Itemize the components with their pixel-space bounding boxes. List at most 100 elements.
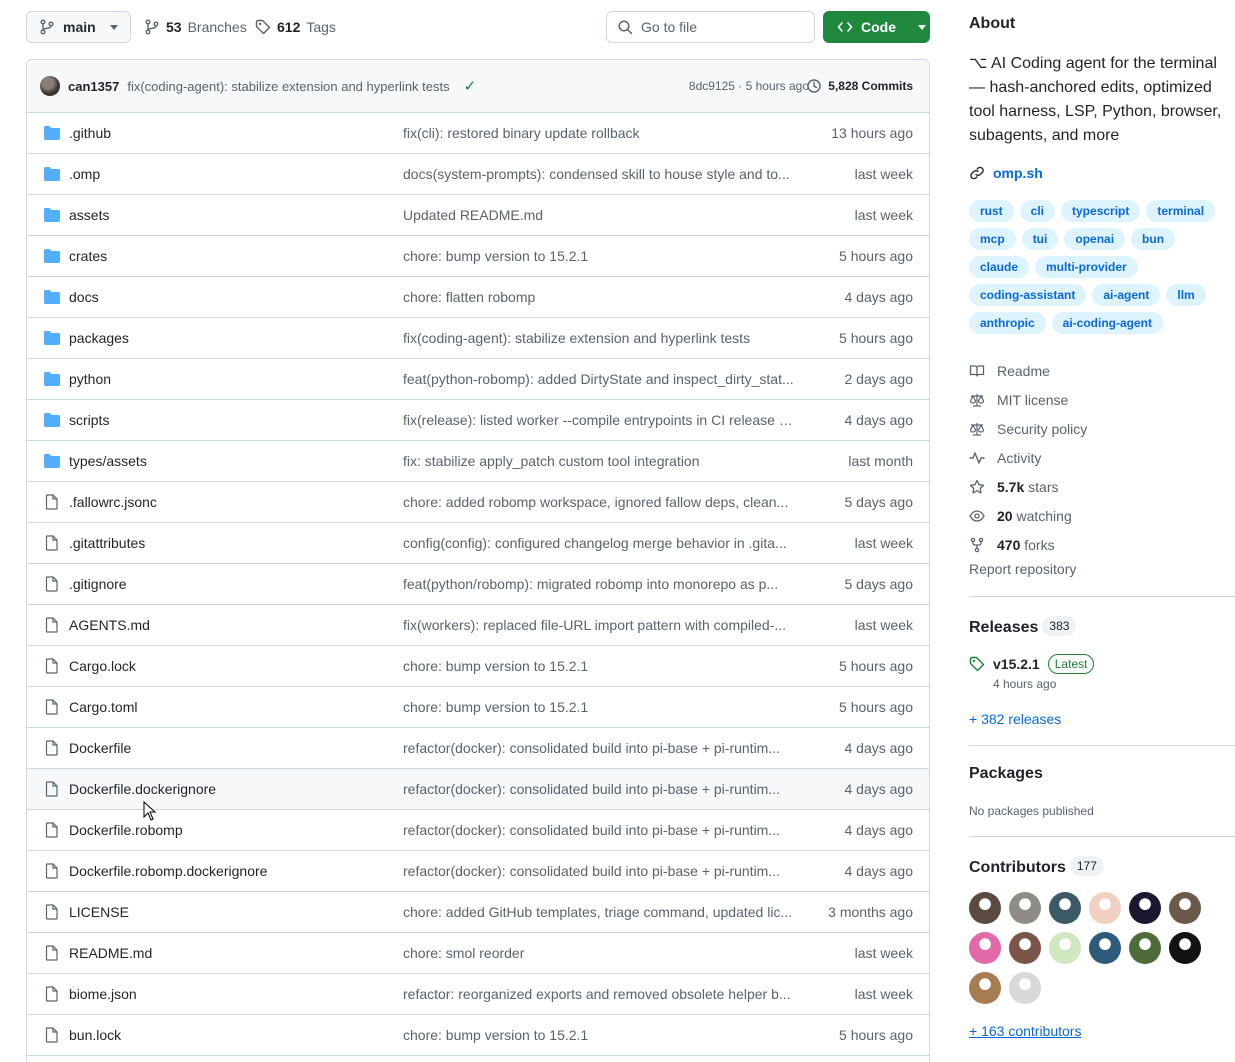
- table-row[interactable]: .github fix(cli): restored binary update …: [27, 113, 929, 154]
- file-name-link[interactable]: docs: [69, 289, 99, 305]
- latest-release[interactable]: v15.2.1 Latest: [969, 654, 1095, 674]
- file-name-link[interactable]: Cargo.lock: [69, 658, 136, 674]
- tags-link[interactable]: 612 Tags: [255, 11, 336, 43]
- avatar[interactable]: [1009, 932, 1041, 964]
- topic-tag[interactable]: llm: [1166, 284, 1206, 306]
- topic-tag[interactable]: coding-assistant: [969, 284, 1087, 306]
- table-row[interactable]: scripts fix(release): listed worker --com…: [27, 400, 929, 441]
- topic-tag[interactable]: terminal: [1146, 200, 1216, 222]
- file-commit-message[interactable]: fix: stabilize apply_patch custom tool i…: [403, 453, 795, 469]
- file-name-link[interactable]: packages: [69, 330, 129, 346]
- file-name-link[interactable]: types/assets: [69, 453, 147, 469]
- table-row[interactable]: .fallowrc.jsonc chore: added robomp works…: [27, 482, 929, 523]
- topic-tag[interactable]: multi-provider: [1035, 256, 1138, 278]
- file-commit-message[interactable]: config(config): configured changelog mer…: [403, 535, 795, 551]
- packages-heading[interactable]: Packages: [969, 765, 1043, 783]
- table-row[interactable]: biome.json refactor: reorganized exports …: [27, 974, 929, 1015]
- table-row[interactable]: packages fix(coding-agent): stabilize ext…: [27, 318, 929, 359]
- table-row[interactable]: types/assets fix: stabilize apply_patch c…: [27, 441, 929, 482]
- file-commit-message[interactable]: chore: bump version to 15.2.1: [403, 1027, 795, 1043]
- file-commit-message[interactable]: fix(workers): replaced file-URL import p…: [403, 617, 795, 633]
- activity-link[interactable]: Activity: [969, 443, 1087, 472]
- topic-tag[interactable]: bun: [1131, 228, 1176, 250]
- table-row[interactable]: AGENTS.md fix(workers): replaced file-URL…: [27, 605, 929, 646]
- file-name-link[interactable]: .gitignore: [69, 576, 127, 592]
- commit-message[interactable]: fix(coding-agent): stabilize extension a…: [127, 79, 449, 94]
- file-commit-message[interactable]: fix(release): listed worker --compile en…: [403, 412, 795, 428]
- topic-tag[interactable]: mcp: [969, 228, 1016, 250]
- avatar[interactable]: [40, 76, 60, 96]
- table-row[interactable]: Cargo.toml chore: bump version to 15.2.1 5…: [27, 687, 929, 728]
- topic-tag[interactable]: ai-coding-agent: [1051, 312, 1164, 334]
- file-name-link[interactable]: Dockerfile.robomp.dockerignore: [69, 863, 267, 879]
- website-link[interactable]: omp.sh: [969, 165, 1043, 181]
- table-row[interactable]: Dockerfile.robomp.dockerignore refactor(d…: [27, 851, 929, 892]
- file-name-link[interactable]: scripts: [69, 412, 109, 428]
- topic-tag[interactable]: ai-agent: [1092, 284, 1161, 306]
- avatar[interactable]: [1089, 932, 1121, 964]
- table-row[interactable]: Cargo.lock chore: bump version to 15.2.1 5…: [27, 646, 929, 687]
- commit-author[interactable]: can1357: [68, 79, 119, 94]
- watching-link[interactable]: 20 watching: [969, 501, 1087, 530]
- contributors-heading[interactable]: Contributors 177: [969, 856, 1104, 877]
- avatar[interactable]: [1089, 892, 1121, 924]
- report-repository-link[interactable]: Report repository: [969, 561, 1076, 577]
- file-name-link[interactable]: assets: [69, 207, 109, 223]
- security-policy-link[interactable]: Security policy: [969, 414, 1087, 443]
- table-row[interactable]: docs chore: flatten robomp 4 days ago: [27, 277, 929, 318]
- topic-tag[interactable]: typescript: [1061, 200, 1141, 222]
- readme-link[interactable]: Readme: [969, 356, 1087, 385]
- file-commit-message[interactable]: feat(python/robomp): migrated robomp int…: [403, 576, 795, 592]
- forks-link[interactable]: 470 forks: [969, 530, 1087, 559]
- file-commit-message[interactable]: refactor(docker): consolidated build int…: [403, 740, 795, 756]
- file-commit-message[interactable]: refactor(docker): consolidated build int…: [403, 822, 795, 838]
- file-commit-message[interactable]: refactor: reorganized exports and remove…: [403, 986, 795, 1002]
- check-icon[interactable]: ✓: [464, 77, 477, 95]
- file-commit-message[interactable]: chore: bump version to 15.2.1: [403, 699, 795, 715]
- file-commit-message[interactable]: chore: added robomp workspace, ignored f…: [403, 494, 795, 510]
- file-name-link[interactable]: LICENSE: [69, 904, 129, 920]
- avatar[interactable]: [1169, 932, 1201, 964]
- file-commit-message[interactable]: docs(system-prompts): condensed skill to…: [403, 166, 795, 182]
- topic-tag[interactable]: cli: [1019, 200, 1056, 222]
- topic-tag[interactable]: claude: [969, 256, 1030, 278]
- branches-link[interactable]: 53 Branches: [144, 11, 247, 43]
- avatar[interactable]: [1009, 972, 1041, 1004]
- branch-select-button[interactable]: main: [26, 11, 131, 43]
- table-row[interactable]: Dockerfile.robomp refactor(docker): conso…: [27, 810, 929, 851]
- file-commit-message[interactable]: chore: bump version to 15.2.1: [403, 658, 795, 674]
- file-commit-message[interactable]: chore: bump version to 15.2.1: [403, 248, 795, 264]
- file-name-link[interactable]: AGENTS.md: [69, 617, 150, 633]
- releases-heading[interactable]: Releases 383: [969, 616, 1077, 637]
- topic-tag[interactable]: rust: [969, 200, 1014, 222]
- code-button[interactable]: Code: [823, 11, 930, 43]
- file-name-link[interactable]: biome.json: [69, 986, 137, 1002]
- file-name-link[interactable]: Dockerfile: [69, 740, 131, 756]
- file-commit-message[interactable]: fix(coding-agent): stabilize extension a…: [403, 330, 795, 346]
- file-name-link[interactable]: .gitattributes: [69, 535, 145, 551]
- file-commit-message[interactable]: fix(cli): restored binary update rollbac…: [403, 125, 795, 141]
- table-row[interactable]: .omp docs(system-prompts): condensed skil…: [27, 154, 929, 195]
- commit-meta[interactable]: 8dc9125 · 5 hours ago: [689, 79, 809, 93]
- table-row[interactable]: LICENSE chore: added GitHub templates, tr…: [27, 892, 929, 933]
- file-name-link[interactable]: Cargo.toml: [69, 699, 137, 715]
- go-to-file-input[interactable]: Go to file: [606, 11, 815, 43]
- file-commit-message[interactable]: chore: added GitHub templates, triage co…: [403, 904, 795, 920]
- avatar[interactable]: [1129, 892, 1161, 924]
- file-commit-message[interactable]: Updated README.md: [403, 207, 795, 223]
- table-row[interactable]: Dockerfile refactor(docker): consolidated…: [27, 728, 929, 769]
- avatar[interactable]: [969, 932, 1001, 964]
- table-row[interactable]: python feat(python-robomp): added DirtySt…: [27, 359, 929, 400]
- table-row[interactable]: Dockerfile.dockerignore refactor(docker):…: [27, 769, 929, 810]
- file-name-link[interactable]: .fallowrc.jsonc: [69, 494, 157, 510]
- file-name-link[interactable]: bun.lock: [69, 1027, 121, 1043]
- stars-link[interactable]: 5.7k stars: [969, 472, 1087, 501]
- file-name-link[interactable]: crates: [69, 248, 107, 264]
- avatar[interactable]: [1009, 892, 1041, 924]
- file-commit-message[interactable]: chore: flatten robomp: [403, 289, 795, 305]
- file-name-link[interactable]: Dockerfile.robomp: [69, 822, 183, 838]
- avatar[interactable]: [1049, 892, 1081, 924]
- license-link[interactable]: MIT license: [969, 385, 1087, 414]
- table-row[interactable]: .gitattributes config(config): configured…: [27, 523, 929, 564]
- avatar[interactable]: [969, 972, 1001, 1004]
